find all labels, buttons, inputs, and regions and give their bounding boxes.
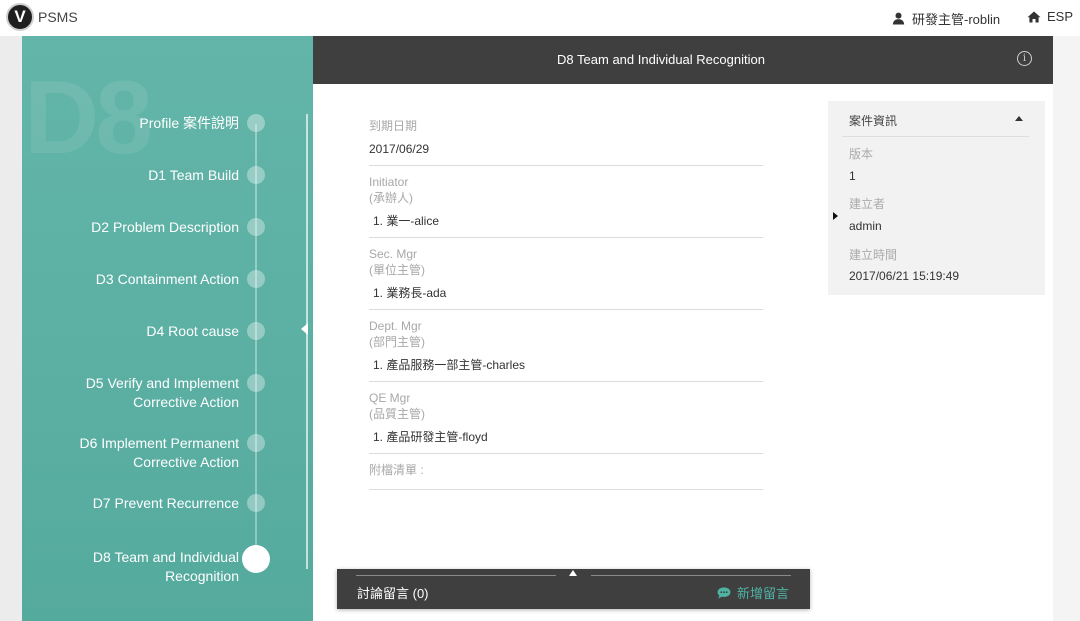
comment-icon: [717, 586, 731, 599]
dept-mgr-sublabel: (部門主管): [369, 335, 425, 349]
top-bar: V PSMS 研發主管-roblin ESP: [0, 0, 1080, 36]
version-value: 1: [849, 169, 856, 183]
step-label: D6 Implement Permanent Corrective Action: [79, 435, 239, 470]
expand-comments-icon[interactable]: [569, 570, 577, 576]
step-label: D8 Team and Individual Recognition: [92, 549, 239, 584]
step-label: D1 Team Build: [148, 167, 239, 183]
step-label: D3 Containment Action: [95, 271, 239, 287]
creator-label: 建立者: [849, 197, 886, 211]
due-date-label: 到期日期: [369, 119, 418, 133]
dept-mgr-label: Dept. Mgr: [369, 319, 422, 333]
step-sidebar: D8 Profile 案件說明 D1 Team Build D2 Problem…: [22, 36, 313, 621]
step-dot[interactable]: [247, 494, 265, 512]
caret-right-icon: [833, 212, 838, 220]
home-icon: [1027, 11, 1041, 22]
sec-mgr-field: Sec. Mgr (單位主管) 1. 業務長-ada: [369, 246, 763, 310]
language-label: ESP: [1047, 9, 1074, 24]
step-label: D4 Root cause: [146, 323, 239, 339]
sec-mgr-label: Sec. Mgr: [369, 247, 418, 261]
qe-mgr-sublabel: (品質主管): [369, 407, 425, 421]
page-title: D8 Team and Individual Recognition: [557, 52, 765, 67]
caret-up-icon[interactable]: [1015, 116, 1023, 121]
qe-mgr-value: 1. 產品研發主管-floyd: [373, 430, 488, 444]
panel-divider: [842, 136, 1029, 137]
step-dot-active[interactable]: [242, 545, 270, 573]
page-header: D8 Team and Individual Recognition i: [313, 36, 1053, 84]
info-icon[interactable]: i: [1017, 51, 1032, 66]
attachments-label: 附檔清單 :: [369, 463, 424, 477]
step-label: D7 Prevent Recurrence: [92, 495, 239, 511]
step-dot[interactable]: [247, 218, 265, 236]
step-dot[interactable]: [247, 434, 265, 452]
comments-bar[interactable]: 討論留言 (0) 新增留言: [337, 569, 810, 609]
dept-mgr-value: 1. 產品服務一部主管-charles: [373, 358, 526, 372]
step-label: D2 Problem Description: [91, 219, 239, 235]
language-switch[interactable]: ESP: [1027, 9, 1073, 24]
initiator-field: Initiator (承辦人) 1. 業一-alice: [369, 174, 763, 238]
sec-mgr-sublabel: (單位主管): [369, 263, 425, 277]
app-name[interactable]: PSMS: [38, 9, 78, 25]
attachments-field: 附檔清單 :: [369, 462, 763, 490]
initiator-value: 1. 業一-alice: [373, 214, 440, 228]
step-label: Profile 案件說明: [139, 115, 239, 131]
created-time-value: 2017/06/21 15:19:49: [849, 269, 960, 283]
created-time-label: 建立時間: [849, 248, 898, 262]
due-date-value: 2017/06/29: [369, 142, 430, 156]
step-dot[interactable]: [247, 374, 265, 392]
sidebar-divider: [306, 114, 308, 569]
add-comment-button[interactable]: 新增留言: [717, 583, 789, 602]
case-info-panel: 案件資訊 版本 1 建立者 admin 建立時間 2017/06/21 15:1…: [828, 101, 1045, 295]
app-logo[interactable]: V: [6, 3, 34, 31]
step-dot[interactable]: [247, 114, 265, 132]
step-dot[interactable]: [247, 322, 265, 340]
step-watermark: D8: [24, 60, 153, 176]
approval-fields: 到期日期 2017/06/29 Initiator (承辦人) 1. 業一-al…: [369, 118, 763, 498]
user-name: 研發主管-roblin: [912, 12, 1001, 27]
collapse-sidebar-icon[interactable]: [301, 323, 308, 335]
case-info-title: 案件資訊: [849, 114, 898, 128]
add-comment-label: 新增留言: [737, 586, 790, 601]
case-info-header[interactable]: 案件資訊: [828, 101, 1045, 137]
comments-divider-left: [356, 575, 556, 576]
user-menu[interactable]: 研發主管-roblin: [892, 9, 1000, 28]
comments-count-label: 討論留言 (0): [357, 586, 429, 601]
page-edge: [1053, 36, 1080, 621]
user-icon: [892, 12, 905, 25]
step-dot[interactable]: [247, 270, 265, 288]
initiator-sublabel: (承辦人): [369, 191, 413, 205]
qe-mgr-label: QE Mgr: [369, 391, 411, 405]
version-label: 版本: [849, 147, 874, 161]
step-dot[interactable]: [247, 166, 265, 184]
creator-value: admin: [849, 219, 882, 233]
comments-divider-right: [591, 575, 791, 576]
dept-mgr-field: Dept. Mgr (部門主管) 1. 產品服務一部主管-charles: [369, 318, 763, 382]
due-date-field: 到期日期 2017/06/29: [369, 118, 763, 166]
sec-mgr-value: 1. 業務長-ada: [373, 286, 447, 300]
qe-mgr-field: QE Mgr (品質主管) 1. 產品研發主管-floyd: [369, 390, 763, 454]
step-label: D5 Verify and Implement Corrective Actio…: [85, 375, 239, 410]
initiator-label: Initiator: [369, 175, 409, 189]
